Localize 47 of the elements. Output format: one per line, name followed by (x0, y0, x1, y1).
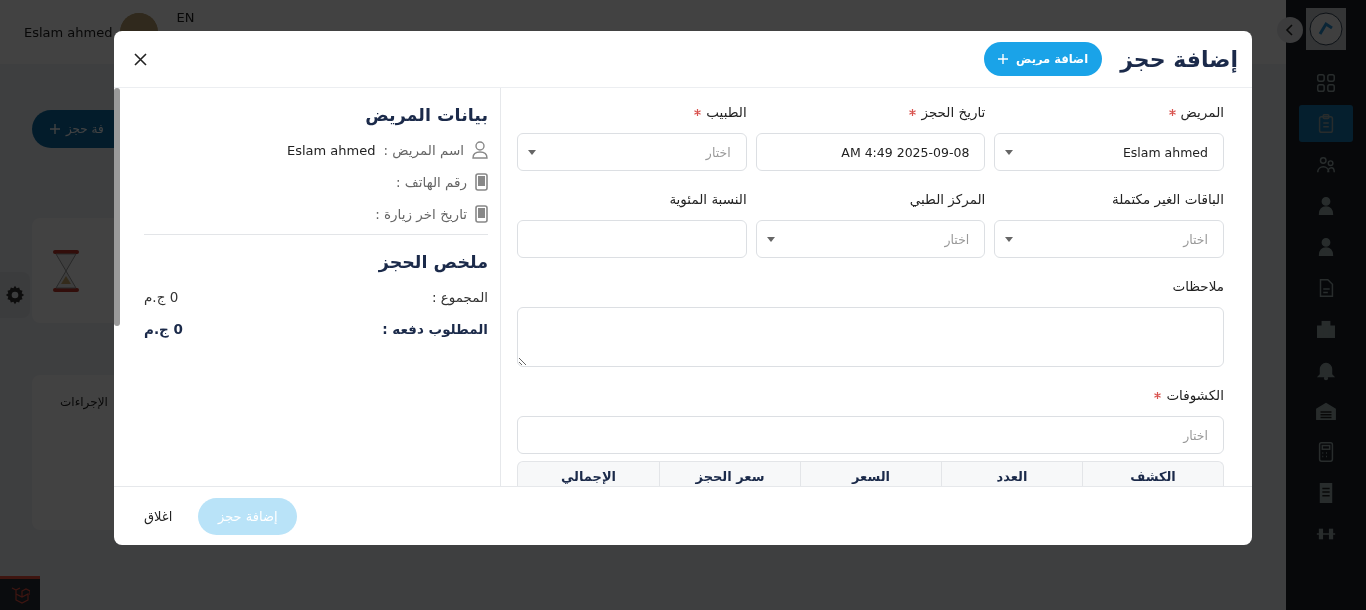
column-header: سعر الحجز (659, 462, 800, 486)
dropdown-arrow-icon (1005, 236, 1014, 242)
dropdown-arrow-icon (766, 236, 775, 242)
info-label: رقم الهاتف : (395, 174, 467, 190)
close-link[interactable]: اغلاق (144, 508, 173, 524)
column-header: الإجمالي (559, 468, 618, 486)
card-title: الإجراءات (60, 395, 108, 409)
field-label: ملاحظات (1172, 278, 1224, 294)
field-label: النسبة المئوية (669, 191, 747, 207)
field-label: الكشوفات (1166, 387, 1224, 403)
modal-title: إضافة حجز (1120, 46, 1238, 72)
section-title: ملخص الحجز (377, 251, 488, 275)
select-field[interactable]: اختار (755, 220, 986, 258)
field-label: المركز الطبي (909, 191, 986, 207)
field-label: تاريخ الحجز (921, 104, 986, 120)
dropdown-arrow-icon (1005, 149, 1014, 155)
field-label: الطبيب (706, 104, 747, 120)
phone-icon (475, 205, 488, 223)
column-header: العدد (941, 462, 1082, 486)
scrollbar[interactable] (114, 88, 120, 326)
input-field[interactable]: اختار (517, 416, 1224, 454)
input-field[interactable]: AM 4:49 2025-09-08 (755, 133, 986, 171)
select-field[interactable]: Eslam ahmed (994, 133, 1224, 171)
summary-value: 0 ج.م (144, 321, 183, 337)
column-header: الكشف (1082, 462, 1223, 486)
summary-label: المجموع : (431, 289, 488, 305)
section-title: بيانات المريض (364, 104, 488, 128)
info-label: تاريخ اخر زيارة : (375, 206, 467, 222)
info-label: اسم المريض : (383, 142, 464, 158)
plus-icon (997, 54, 1008, 64)
info-value: Eslam ahmed (286, 142, 376, 158)
language-label: EN (176, 10, 195, 25)
phone-icon (475, 173, 488, 191)
person-icon (472, 141, 488, 159)
input-field[interactable] (517, 220, 747, 258)
summary-label: المطلوب دفعه : (382, 321, 488, 337)
select-field[interactable]: اختار (517, 133, 747, 171)
summary-value: 0 ج.م (144, 289, 179, 305)
notes-field[interactable] (517, 307, 1224, 367)
add-patient-button[interactable]: اضافة مريض (983, 42, 1103, 76)
user-name: Eslam ahmed (24, 24, 113, 40)
column-header: السعر (800, 462, 941, 486)
field-label: الباقات الغير مكتملة (1111, 191, 1224, 207)
dropdown-arrow-icon (528, 149, 536, 155)
field-label: المريض (1180, 104, 1224, 120)
select-field[interactable]: اختار (994, 220, 1224, 258)
close-icon (134, 52, 147, 66)
